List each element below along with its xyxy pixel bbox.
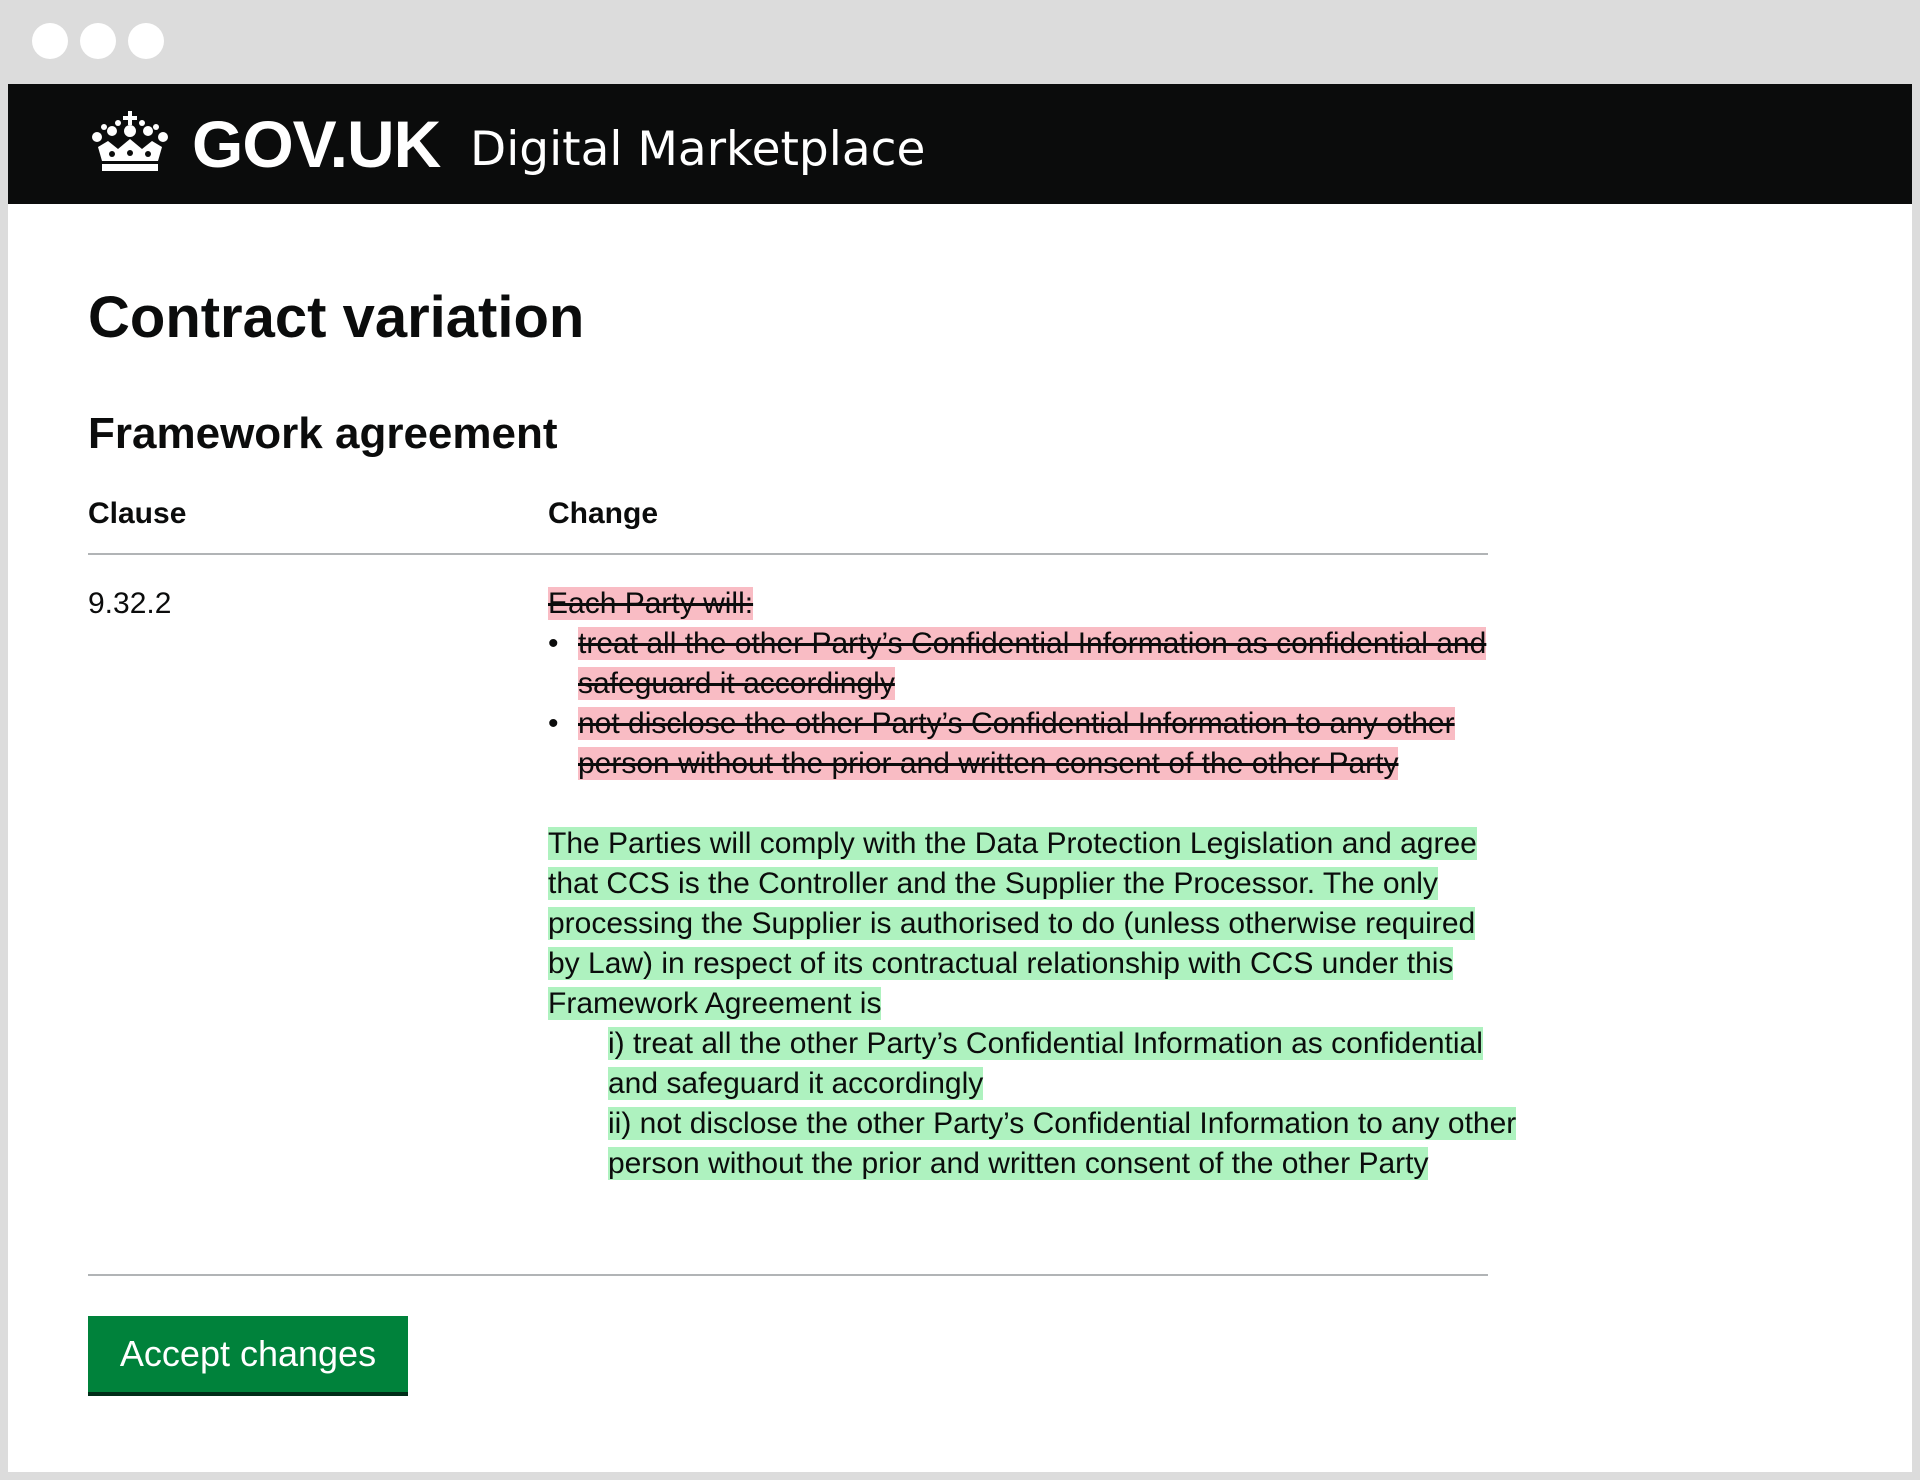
accept-changes-button[interactable]: Accept changes xyxy=(88,1316,408,1392)
column-header-clause: Clause xyxy=(88,497,187,530)
deleted-item-text: treat all the other Party’s Confidential… xyxy=(578,627,1487,700)
window-close-dot[interactable] xyxy=(32,23,68,59)
page-title: Contract variation xyxy=(88,285,585,350)
inserted-item-text: i) treat all the other Party’s Confident… xyxy=(608,1027,1483,1100)
deleted-text: Each Party will: • treat all the other P… xyxy=(548,584,1528,784)
table-divider-bottom xyxy=(88,1274,1488,1276)
deleted-list-item: • not disclose the other Party’s Confide… xyxy=(548,704,1508,784)
bullet-icon: • xyxy=(548,627,559,660)
clause-number: 9.32.2 xyxy=(88,587,172,620)
column-header-change: Change xyxy=(548,497,659,530)
inserted-sub-item: i) treat all the other Party’s Confident… xyxy=(608,1024,1538,1104)
window-maximize-dot[interactable] xyxy=(128,23,164,59)
window-minimize-dot[interactable] xyxy=(80,23,116,59)
crown-icon xyxy=(92,111,168,171)
bullet-icon: • xyxy=(548,707,559,740)
inserted-sub-item: ii) not disclose the other Party’s Confi… xyxy=(608,1104,1538,1184)
gov-uk-logo[interactable]: GOV.UK xyxy=(192,104,441,184)
change-cell: Each Party will: • treat all the other P… xyxy=(548,584,1528,1184)
deleted-intro: Each Party will: xyxy=(548,587,754,620)
browser-viewport: GOV.UK Digital Marketplace Contract vari… xyxy=(8,84,1912,1472)
deleted-item-text: not disclose the other Party’s Confident… xyxy=(578,707,1455,780)
browser-window-bar xyxy=(0,0,1920,84)
inserted-text: The Parties will comply with the Data Pr… xyxy=(548,824,1517,1184)
section-title: Framework agreement xyxy=(88,409,558,458)
inserted-item-text: ii) not disclose the other Party’s Confi… xyxy=(608,1107,1517,1180)
inserted-paragraph: The Parties will comply with the Data Pr… xyxy=(548,827,1477,1020)
service-name[interactable]: Digital Marketplace xyxy=(470,120,925,180)
gov-header: GOV.UK Digital Marketplace xyxy=(8,84,1912,204)
table-divider-top xyxy=(88,553,1488,555)
deleted-list-item: • treat all the other Party’s Confidenti… xyxy=(548,624,1508,704)
deleted-list: • treat all the other Party’s Confidenti… xyxy=(548,624,1528,784)
